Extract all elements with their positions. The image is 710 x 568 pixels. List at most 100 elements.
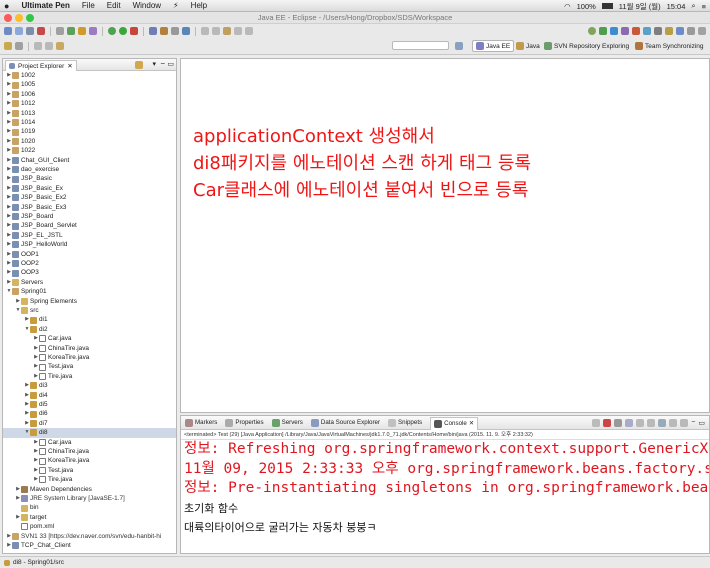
tree-item[interactable]: ▶ 1013 (3, 109, 35, 118)
zoom-window-button[interactable] (26, 14, 34, 22)
apple-icon[interactable]: ● (4, 1, 9, 11)
tree-item[interactable]: ▶ KoreaTire.java (3, 456, 89, 465)
prev-annotation-icon[interactable] (212, 27, 220, 35)
tree-item[interactable]: ▶ Spring Elements (3, 297, 77, 306)
new-interface-icon[interactable] (160, 27, 168, 35)
tree-item[interactable]: ▶ JSP_Basic_Ex3 (3, 203, 66, 212)
close-icon[interactable]: ✕ (67, 62, 72, 70)
tab-properties[interactable]: Properties (225, 418, 264, 427)
tree-item[interactable]: ▶ OOP3 (3, 268, 39, 277)
coverage-icon[interactable] (610, 27, 618, 35)
open-console-icon[interactable] (680, 419, 689, 427)
maximize-view-icon[interactable]: ▭ (167, 60, 174, 68)
scroll-lock-icon[interactable] (636, 419, 645, 427)
tree-item[interactable]: ▶ JSP_Board_Servlet (3, 221, 77, 230)
tree-item[interactable]: ▶ JSP_Board (3, 212, 53, 221)
minimize-window-button[interactable] (15, 14, 23, 22)
minimize-icon[interactable]: − (691, 419, 695, 427)
tree-item[interactable]: ▶ di6 (3, 409, 48, 418)
layout-icon[interactable] (687, 27, 695, 35)
lightning-icon[interactable]: ⚡ (173, 1, 179, 10)
open-folder-icon[interactable] (4, 42, 12, 50)
tab-snippets[interactable]: Snippets (388, 418, 422, 427)
history-icon[interactable] (56, 42, 64, 50)
menu-file[interactable]: File (82, 1, 95, 10)
tab-data-source-explorer[interactable]: Data Source Explorer (310, 418, 380, 427)
search-tool-icon[interactable] (89, 27, 97, 35)
tree-item[interactable]: ▶ 1014 (3, 118, 35, 127)
menubar-time[interactable]: 15:04 (667, 2, 686, 11)
nav-forward-icon[interactable] (45, 42, 53, 50)
tree-item[interactable]: ▶ Test.java (3, 362, 73, 371)
tree-item[interactable]: ▼ di2 (3, 325, 48, 334)
back-icon[interactable] (234, 27, 242, 35)
tree-item[interactable]: ▼ Spring01 (3, 287, 47, 296)
tree-item[interactable]: ▶ Car.java (3, 334, 71, 343)
tree-item[interactable]: ▶ KoreaTire.java (3, 353, 89, 362)
tree-item[interactable]: ▶ 1019 (3, 127, 35, 136)
tree-item[interactable]: ▼ di8 (3, 428, 176, 438)
perspective-java-ee[interactable]: Java EE (472, 40, 515, 52)
menubar-date[interactable]: 11월 9일 (월) (619, 1, 661, 12)
tree-item[interactable]: ▶ OOP1 (3, 250, 39, 259)
tree-item[interactable]: ▶ di1 (3, 315, 48, 324)
menu-window[interactable]: Window (133, 1, 161, 10)
view-menu-icon[interactable]: ▾ (152, 60, 156, 68)
next-annotation-icon[interactable] (201, 27, 209, 35)
tab-servers[interactable]: Servers (271, 418, 303, 427)
tree-item[interactable]: ▶ 1022 (3, 146, 35, 155)
last-edit-icon[interactable] (223, 27, 231, 35)
perspective-java[interactable]: Java (513, 40, 543, 52)
web-icon[interactable] (643, 27, 651, 35)
battery-icon[interactable] (601, 3, 613, 9)
tree-item[interactable]: ▶ JSP_EL_JSTL (3, 231, 63, 240)
terminate-icon[interactable] (592, 419, 601, 427)
tree-item[interactable]: ▶ JSP_Basic (3, 174, 52, 183)
stop-icon[interactable] (632, 27, 640, 35)
run-icon[interactable] (119, 27, 127, 35)
tree-item[interactable]: ▶ Servers (3, 278, 43, 287)
clear-console-icon[interactable] (625, 419, 634, 427)
tree-item[interactable]: ▶ target (3, 513, 46, 522)
maximize-icon[interactable] (698, 27, 706, 35)
minimize-icon[interactable]: − (160, 59, 165, 68)
menu-edit[interactable]: Edit (107, 1, 121, 10)
search-icon[interactable]: ⌕ (691, 1, 695, 11)
tree-item[interactable]: ▶ OOP2 (3, 259, 39, 268)
tree-item[interactable]: ▶ 1005 (3, 80, 35, 89)
refresh-icon[interactable] (654, 27, 662, 35)
server-icon[interactable] (67, 27, 75, 35)
quick-access-input[interactable] (392, 41, 449, 50)
tree-item[interactable]: ▶ Test.java (3, 466, 73, 475)
tree-item[interactable]: ▶ Tire.java (3, 475, 72, 484)
bookmark-icon[interactable] (665, 27, 673, 35)
tree-item[interactable]: ▶ di5 (3, 400, 48, 409)
tree-item[interactable]: pom.xml (3, 522, 54, 531)
new-package-icon[interactable] (149, 27, 157, 35)
tree-item[interactable]: ▶ 1002 (3, 71, 35, 80)
word-wrap-icon[interactable] (647, 419, 656, 427)
tree-item[interactable]: ▶ JSP_Basic_Ex (3, 184, 63, 193)
tree-item[interactable]: ▶ dao_exercise (3, 165, 59, 174)
tree-item[interactable]: ▶ Maven Dependencies (3, 485, 92, 494)
close-icon[interactable]: ✕ (469, 420, 474, 427)
tab-console[interactable]: Console ✕ (430, 416, 479, 430)
debug-icon[interactable] (108, 27, 116, 35)
tree-item[interactable]: ▶ ChinaTire.java (3, 447, 89, 456)
nav-back-icon[interactable] (34, 42, 42, 50)
tree-item[interactable]: ▼ src (3, 306, 39, 315)
tree-item[interactable]: ▶ JSP_Basic_Ex2 (3, 193, 66, 202)
tree-item[interactable]: bin (3, 503, 39, 512)
editor-area[interactable]: applicationContext 생성해서 di8패키지를 에노테이션 스캔… (180, 58, 710, 413)
tab-markers[interactable]: Markers (185, 418, 217, 427)
run-last-icon[interactable] (588, 27, 596, 35)
close-window-button[interactable] (4, 14, 12, 22)
forward-icon[interactable] (245, 27, 253, 35)
pin-console-icon[interactable] (658, 419, 667, 427)
perspective-team[interactable]: Team Synchronizing (632, 40, 707, 52)
tab-project-explorer[interactable]: Project Explorer ✕ (5, 60, 77, 71)
new-class-icon[interactable] (78, 27, 86, 35)
save-all-icon[interactable] (26, 27, 34, 35)
tree-item[interactable]: ▶ SVN1 33 [https://dev.naver.com/svn/edu-… (3, 532, 161, 541)
remove-all-icon[interactable] (614, 419, 623, 427)
